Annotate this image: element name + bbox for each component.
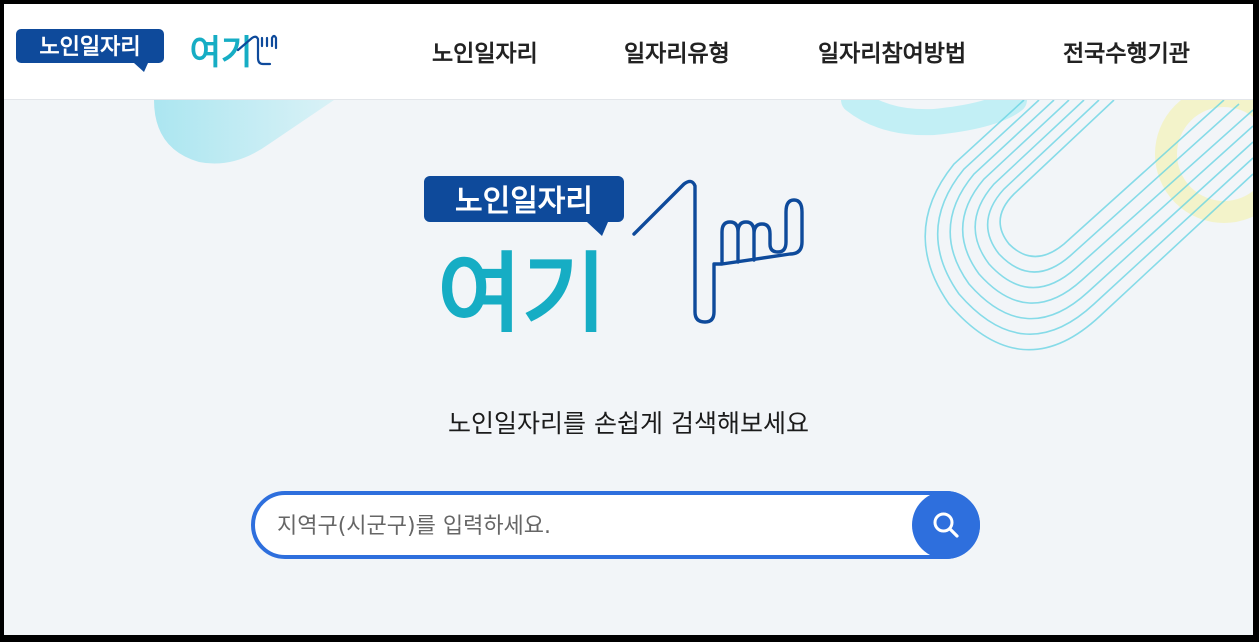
site-header: 노인일자리 여기 노인일자리 일자리유형 일자리참여방법 전국수행기관 [4,4,1253,100]
nav-item-how-to-participate[interactable]: 일자리참여방법 [818,34,966,68]
hero-logo-badge-tail [587,222,608,236]
hero-logo-text: 노인일자리 [455,184,593,219]
hero-logo: 노인일자리 여기 [424,176,804,332]
header-logo-badge-tail [134,63,148,72]
hero-logo-accent: 여기 [437,243,606,332]
search-button[interactable] [912,491,980,559]
header-logo-accent: 여기 [190,33,253,73]
search-input[interactable] [275,505,899,547]
nav-item-agencies[interactable]: 전국수행기관 [1063,34,1190,68]
header-logo[interactable]: 노인일자리 여기 [16,24,286,76]
search-icon [933,512,959,538]
search-bar [251,491,980,559]
pointing-hand-icon [632,179,804,324]
nav-item-senior-jobs[interactable]: 노인일자리 [432,34,538,68]
nav-item-job-types[interactable]: 일자리유형 [624,34,730,68]
hero-tagline: 노인일자리를 손쉽게 검색해보세요 [448,409,809,438]
header-logo-text: 노인일자리 [39,35,140,60]
page: 노인일자리 여기 노인일자리 일자리유형 일자리참여방법 전국수행기관 노인일자… [4,4,1253,635]
